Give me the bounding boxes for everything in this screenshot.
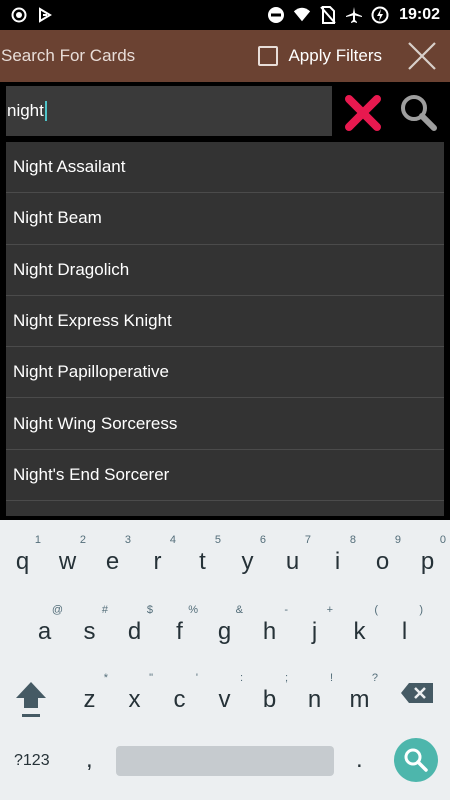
keyboard-row-1: 1q 2w 3e 4r 5t 6y 7u 8i 9o 0p [0, 530, 450, 600]
clear-icon [345, 95, 381, 131]
app-toolbar: Search For Cards Apply Filters [0, 30, 450, 82]
result-item[interactable]: Night Dragolich [6, 245, 444, 296]
comma-key[interactable]: , [86, 746, 93, 774]
key-m[interactable]: ? m [337, 668, 382, 728]
no-sim-icon [319, 6, 337, 24]
close-icon [408, 42, 436, 70]
key-s[interactable]: # s [67, 600, 112, 660]
key-t[interactable]: 5t [180, 530, 225, 590]
result-item[interactable]: Night Papilloperative [6, 347, 444, 399]
search-input-value: night [7, 101, 44, 120]
key-x[interactable]: " x [112, 668, 157, 728]
backspace-icon [401, 683, 433, 703]
download-icon [36, 6, 54, 24]
search-icon [404, 748, 428, 772]
key-h[interactable]: -h [247, 600, 292, 660]
key-j[interactable]: + j [292, 600, 337, 660]
search-icon [401, 95, 437, 131]
shift-icon [16, 682, 46, 717]
close-button[interactable] [402, 36, 442, 76]
space-bar[interactable] [116, 746, 334, 776]
clock: 19:02 [399, 6, 440, 23]
key-k[interactable]: (k [337, 600, 382, 660]
result-item[interactable]: Night's End Sorcerer [6, 450, 444, 502]
search-input[interactable]: night [6, 86, 332, 136]
backspace-key[interactable] [394, 668, 439, 728]
period-key[interactable]: . [356, 746, 363, 774]
airplane-mode-icon [345, 6, 363, 24]
key-n[interactable]: ! n [292, 668, 337, 728]
record-icon [10, 6, 28, 24]
status-bar-right: 19:02 [267, 6, 440, 24]
apply-filters-toggle[interactable]: Apply Filters [258, 46, 382, 66]
key-i[interactable]: 8i [315, 530, 360, 590]
do-not-disturb-icon [267, 6, 285, 24]
apply-filters-label: Apply Filters [288, 46, 382, 65]
key-o[interactable]: 9o [360, 530, 405, 590]
key-u[interactable]: 7u [270, 530, 315, 590]
keyboard-search-button[interactable] [394, 738, 438, 782]
clear-search-button[interactable] [344, 94, 382, 132]
keyboard-row-2: @ a # s $ d % f & g -h + j (k ) l [0, 600, 450, 670]
key-w[interactable]: 2w [45, 530, 90, 590]
data-saver-icon [371, 6, 389, 24]
key-b[interactable]: ; b [247, 668, 292, 728]
key-g[interactable]: & g [202, 600, 247, 660]
search-results-list: Night Assailant Night Beam Night Dragoli… [6, 142, 444, 516]
status-bar-left [10, 6, 54, 24]
toolbar-title: Search For Cards [1, 46, 136, 65]
key-p[interactable]: 0p [405, 530, 450, 590]
key-q[interactable]: 1q [0, 530, 45, 590]
search-button[interactable] [398, 92, 438, 132]
apply-filters-checkbox[interactable] [258, 46, 279, 66]
key-r[interactable]: 4r [135, 530, 180, 590]
result-item[interactable]: Night Wing Sorceress [6, 398, 444, 450]
key-e[interactable]: 3e [90, 530, 135, 590]
result-item[interactable]: Night Beam [6, 193, 444, 245]
result-item[interactable] [6, 501, 444, 516]
key-a[interactable]: @ a [22, 600, 67, 660]
key-f[interactable]: % f [157, 600, 202, 660]
text-cursor [44, 101, 47, 121]
status-bar: 19:02 [0, 0, 450, 30]
key-y[interactable]: 6y [225, 530, 270, 590]
soft-keyboard: 1q 2w 3e 4r 5t 6y 7u 8i 9o 0p @ a # s $ d %… [0, 520, 450, 800]
key-l[interactable]: ) l [382, 600, 427, 660]
wifi-icon [293, 6, 311, 24]
key-d[interactable]: $ d [112, 600, 157, 660]
symbols-key[interactable]: ?123 [14, 752, 50, 770]
key-z[interactable]: * z [67, 668, 112, 728]
key-c[interactable]: ' c [157, 668, 202, 728]
shift-key[interactable] [8, 668, 53, 728]
search-row: night [0, 82, 450, 142]
key-v[interactable]: :v [202, 668, 247, 728]
keyboard-row-3: * z " x ' c :v ; b ! n ? m [0, 668, 450, 738]
result-item[interactable]: Night Assailant [6, 142, 444, 194]
result-item[interactable]: Night Express Knight [6, 296, 444, 348]
